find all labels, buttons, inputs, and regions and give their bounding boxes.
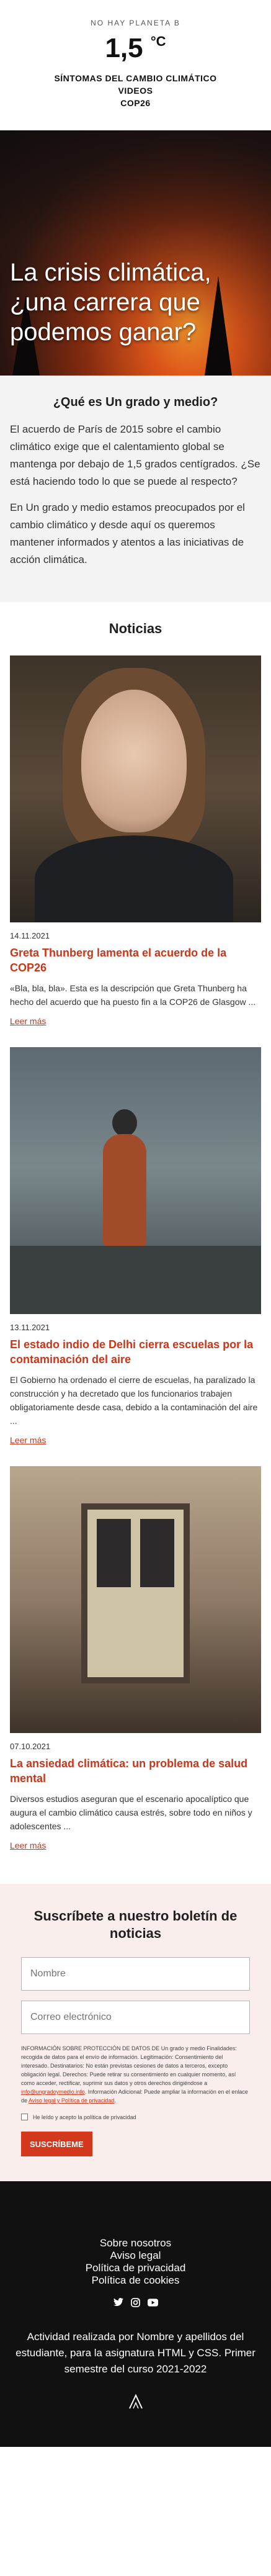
door-pane [97,1519,131,1587]
consent-checkbox[interactable] [21,2114,28,2120]
email-field[interactable] [21,2001,250,2034]
person-head [112,1109,137,1137]
site-header: NO HAY PLANETA B 1,5 °C SÍNTOMAS DEL CAM… [0,0,271,130]
news-date: 14.11.2021 [10,931,50,940]
site-logo[interactable]: 1,5 °C [0,35,271,62]
consent-label: He leído y acepto la política de privaci… [33,2114,136,2120]
read-more-link[interactable]: Leer más [10,1435,46,1445]
hero-banner: La crisis climática, ¿una carrera que po… [0,130,271,376]
name-field[interactable] [21,1957,250,1991]
newsletter-title: Suscríbete a nuestro boletín de noticias [33,1908,238,1941]
logo-unit: °C [150,34,166,49]
news-headline[interactable]: El estado indio de Delhi cierra escuelas… [10,1337,261,1367]
footer-link-legal[interactable]: Aviso legal [12,2249,259,2262]
legal-body: INFORMACIÓN SOBRE PROTECCIÓN DE DATOS DE… [21,2045,237,2086]
privacy-legal-text: INFORMACIÓN SOBRE PROTECCIÓN DE DATOS DE… [21,2045,248,2104]
news-card: 13.11.2021 El estado indio de Delhi cier… [10,1047,261,1446]
footer-link-privacy[interactable]: Política de privacidad [12,2262,259,2274]
legal-privacy-link[interactable]: Aviso legal y Política de privacidad [29,2097,114,2104]
road-ground [10,1246,261,1314]
news-image-greta[interactable] [10,655,261,922]
nav-item-cop26[interactable]: COP26 [0,97,271,109]
site-footer: Sobre nosotros Aviso legal Política de p… [0,2181,271,2447]
portrait-shirt [35,835,233,922]
instagram-icon[interactable] [130,2297,141,2308]
footer-link-about[interactable]: Sobre nosotros [12,2237,259,2249]
privacy-consent[interactable]: He leído y acepto la política de privaci… [21,2114,250,2120]
news-image-delhi[interactable] [10,1047,261,1314]
news-excerpt: «Bla, bla, bla». Esta es la descripción … [10,983,256,1007]
footer-link-cookies[interactable]: Política de cookies [12,2274,259,2287]
intro-section: ¿Qué es Un grado y medio? El acuerdo de … [0,376,271,602]
intro-heading: ¿Qué es Un grado y medio? [53,395,218,409]
intro-paragraph: En Un grado y medio estamos preocupados … [10,502,245,565]
portrait-face [81,690,187,832]
footer-logo-icon[interactable] [12,2394,259,2410]
hero-title: La crisis climática, ¿una carrera que po… [10,259,211,346]
read-more-link[interactable]: Leer más [10,1016,46,1026]
news-title: Noticias [109,621,162,636]
read-more-link[interactable]: Leer más [10,1840,46,1850]
logo-value: 1,5 [105,33,143,63]
subscribe-button[interactable]: SUSCRÍBEME [21,2132,92,2156]
legal-email-link[interactable]: info@ungradoymedio.info [21,2089,85,2095]
news-card: 07.10.2021 La ansiedad climática: un pro… [10,1466,261,1852]
news-headline[interactable]: La ansiedad climática: un problema de sa… [10,1756,261,1786]
footer-links: Sobre nosotros Aviso legal Política de p… [12,2237,259,2287]
news-image-anxiety[interactable] [10,1466,261,1733]
newsletter-section: Suscríbete a nuestro boletín de noticias… [0,1884,271,2181]
tagline: NO HAY PLANETA B [91,19,180,27]
news-section: Noticias 14.11.2021 Greta Thunberg lamen… [0,602,271,1884]
news-date: 13.11.2021 [10,1323,50,1332]
nav-item-sintomas[interactable]: SÍNTOMAS DEL CAMBIO CLIMÁTICO [0,72,271,84]
door-pane [140,1519,174,1587]
news-date: 07.10.2021 [10,1742,51,1751]
news-excerpt: Diversos estudios aseguran que el escena… [10,1794,252,1831]
main-nav: SÍNTOMAS DEL CAMBIO CLIMÁTICO VIDEOS COP… [0,72,271,109]
nav-item-videos[interactable]: VIDEOS [0,84,271,97]
news-excerpt: El Gobierno ha ordenado el cierre de esc… [10,1375,258,1426]
social-links [12,2297,259,2308]
intro-paragraph: El acuerdo de París de 2015 sobre el cam… [10,423,260,487]
youtube-icon[interactable] [148,2297,159,2308]
news-headline[interactable]: Greta Thunberg lamenta el acuerdo de la … [10,945,261,975]
person-figure [103,1134,146,1246]
footer-credit: Actividad realizada por Nombre y apellid… [16,2331,255,2375]
news-card: 14.11.2021 Greta Thunberg lamenta el acu… [10,655,261,1027]
twitter-icon[interactable] [113,2297,124,2308]
